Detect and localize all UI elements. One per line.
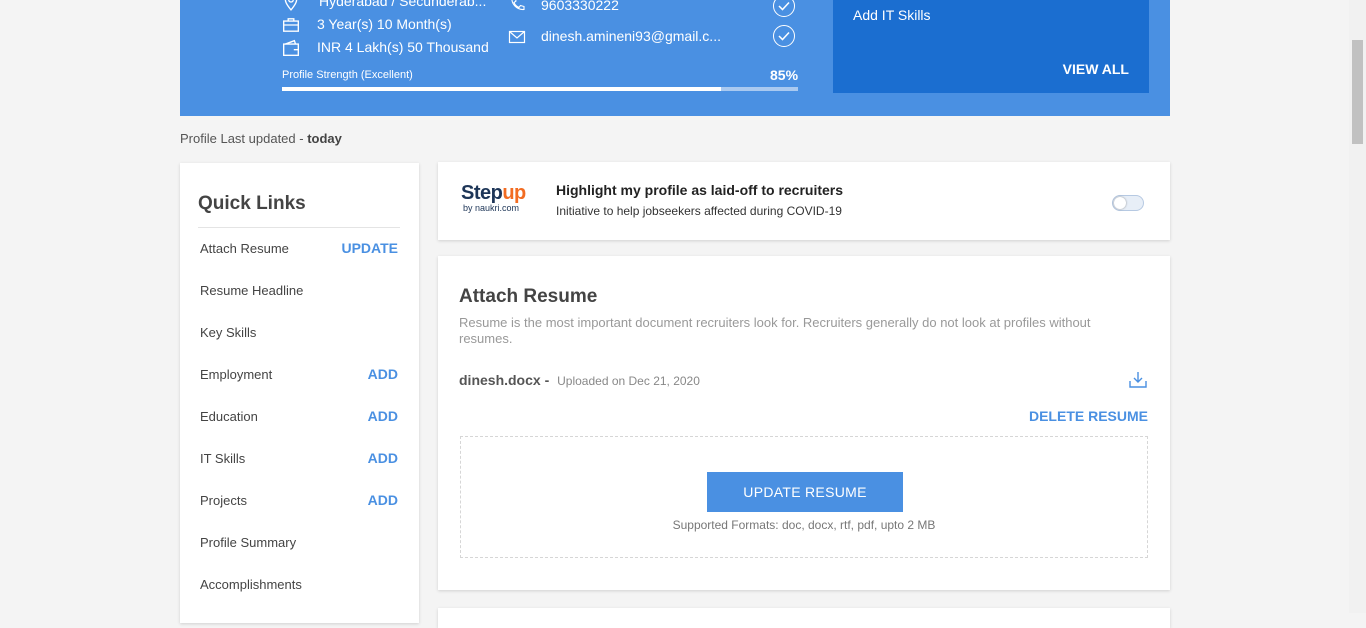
laid-off-toggle[interactable]	[1112, 195, 1144, 211]
salary-text: INR 4 Lakh(s) 50 Thousand	[317, 39, 489, 55]
mail-icon	[508, 30, 526, 44]
quick-link-resume-headline[interactable]: Resume Headline	[200, 280, 398, 300]
quick-link-action[interactable]: UPDATE	[341, 240, 398, 256]
attach-resume-title: Attach Resume	[459, 286, 598, 307]
location-pin-icon	[284, 0, 298, 11]
logo-sub: by naukri.com	[463, 203, 520, 213]
phone-icon	[511, 0, 525, 11]
quick-link-action[interactable]: ADD	[368, 450, 398, 466]
attach-resume-card: Attach Resume Resume is the most importa…	[438, 256, 1170, 590]
quick-link-projects[interactable]: Projects ADD	[200, 490, 398, 510]
quick-link-label[interactable]: Key Skills	[200, 325, 256, 340]
download-icon[interactable]	[1128, 371, 1148, 389]
email-verified-icon	[773, 25, 795, 47]
profile-strength-fill	[282, 87, 721, 91]
location-text: Hyderabad / Secunderab...	[319, 0, 487, 9]
last-updated-prefix: Profile Last updated -	[180, 131, 308, 146]
pending-action-item[interactable]: Add IT Skills	[853, 7, 931, 23]
stepup-title: Highlight my profile as laid-off to recr…	[556, 182, 844, 198]
last-updated-value: today	[307, 131, 342, 146]
quick-link-label[interactable]: Accomplishments	[200, 577, 302, 592]
divider	[198, 227, 400, 228]
update-resume-button[interactable]: UPDATE RESUME	[707, 472, 903, 512]
experience-text: 3 Year(s) 10 Month(s)	[317, 16, 452, 32]
page-scrollbar[interactable]	[1349, 0, 1366, 613]
quick-link-label[interactable]: Profile Summary	[200, 535, 296, 550]
scrollbar-thumb[interactable]	[1352, 40, 1363, 144]
quick-link-profile-summary[interactable]: Profile Summary	[200, 532, 398, 552]
quick-link-action[interactable]: ADD	[368, 492, 398, 508]
next-section-card	[438, 608, 1170, 628]
supported-formats: Supported Formats: doc, docx, rtf, pdf, …	[672, 518, 936, 532]
pending-actions-box: Add IT Skills VIEW ALL	[833, 0, 1149, 93]
attach-resume-description: Resume is the most important document re…	[459, 315, 1091, 346]
view-all-link[interactable]: VIEW ALL	[1063, 61, 1129, 77]
profile-banner: Hyderabad / Secunderab... 3 Year(s) 10 M…	[180, 0, 1170, 116]
logo-main: Step	[461, 182, 503, 204]
resume-file-row: dinesh.docx - Uploaded on Dec 21, 2020	[459, 372, 700, 388]
profile-strength-label: Profile Strength (Excellent)	[282, 69, 413, 81]
quick-links-title: Quick Links	[198, 193, 306, 214]
wallet-icon	[283, 39, 299, 56]
profile-strength-value: 85%	[770, 67, 799, 83]
resume-file-name: dinesh.docx -	[459, 372, 550, 388]
phone-verified-icon	[773, 0, 795, 17]
toggle-knob	[1114, 197, 1126, 209]
quick-link-label[interactable]: Employment	[200, 367, 272, 382]
quick-link-employment[interactable]: Employment ADD	[200, 364, 398, 384]
quick-link-education[interactable]: Education ADD	[200, 406, 398, 426]
quick-link-attach-resume[interactable]: Attach Resume UPDATE	[200, 238, 398, 258]
profile-strength-bar	[282, 87, 798, 91]
quick-link-label[interactable]: Attach Resume	[200, 241, 289, 256]
phone-text: 9603330222	[541, 0, 619, 13]
quick-link-label[interactable]: Education	[200, 409, 258, 424]
quick-link-key-skills[interactable]: Key Skills	[200, 322, 398, 342]
quick-link-accomplishments[interactable]: Accomplishments	[200, 574, 398, 594]
briefcase-icon	[283, 18, 299, 32]
quick-link-label[interactable]: Resume Headline	[200, 283, 303, 298]
stepup-subtitle: Initiative to help jobseekers affected d…	[556, 204, 842, 218]
quick-link-it-skills[interactable]: IT Skills ADD	[200, 448, 398, 468]
stepup-card: Stepup by naukri.com Highlight my profil…	[438, 162, 1170, 240]
quick-links-panel: Quick Links Attach Resume UPDATE Resume …	[180, 163, 419, 623]
email-text: dinesh.amineni93@gmail.c...	[541, 28, 721, 44]
stepup-logo: Stepup by naukri.com	[461, 182, 526, 213]
quick-link-action[interactable]: ADD	[368, 366, 398, 382]
quick-link-label[interactable]: IT Skills	[200, 451, 245, 466]
resume-upload-date: Uploaded on Dec 21, 2020	[557, 374, 700, 388]
logo-up: up	[502, 182, 526, 204]
quick-link-action[interactable]: ADD	[368, 408, 398, 424]
profile-last-updated: Profile Last updated - today	[180, 131, 342, 146]
quick-link-label[interactable]: Projects	[200, 493, 247, 508]
resume-upload-dropzone[interactable]: UPDATE RESUME Supported Formats: doc, do…	[460, 436, 1148, 558]
delete-resume-button[interactable]: DELETE RESUME	[1029, 408, 1148, 424]
